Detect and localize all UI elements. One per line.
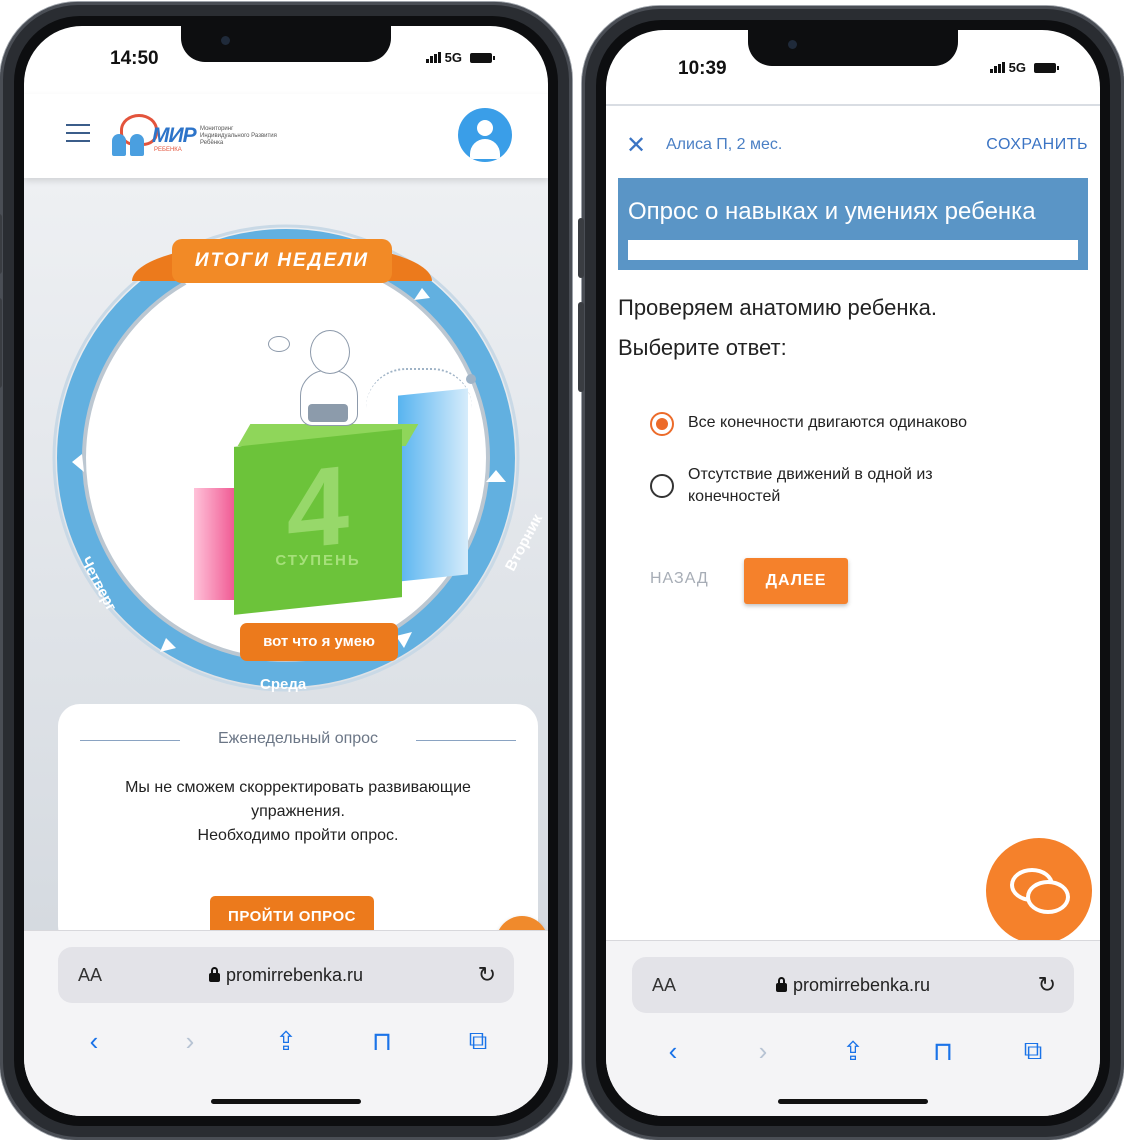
battery-icon — [470, 52, 495, 63]
reader-settings-button[interactable]: AA — [652, 975, 676, 996]
app-header: МИР РЕБЕНКА Мониторинг Индивидуального Р… — [24, 94, 548, 178]
status-time: 10:39 — [678, 58, 727, 79]
logo-main: МИР — [152, 124, 197, 147]
url-text: promirrebenka.ru — [792, 974, 931, 995]
home-indicator — [778, 1099, 928, 1104]
share-icon[interactable]: ⇪ — [833, 1036, 873, 1067]
lock-icon — [775, 976, 787, 992]
blue-step-bar — [398, 388, 468, 582]
safari-toolbar: AA promirrebenka.ru ↻ ‹ › ⇪ ⊓ ⧉ — [24, 930, 548, 1116]
share-icon[interactable]: ⇪ — [266, 1026, 306, 1057]
signal-icon — [425, 52, 441, 63]
answer-label: Отсутствие движений в одной из конечност… — [688, 466, 933, 505]
logo-caption: Мониторинг Индивидуального Развития Ребё… — [200, 125, 277, 146]
survey-header: ✕ Алиса П, 2 мес. СОХРАНИТЬ — [606, 132, 1100, 162]
weekday-wednesday: Среда — [260, 676, 307, 693]
left-screen: 14:50 5G МИР РЕБЕНКА Мониторинг Индивиду… — [24, 26, 548, 1116]
back-button[interactable]: НАЗАД — [650, 570, 709, 588]
lock-icon — [208, 966, 220, 982]
signal-icon — [989, 62, 1005, 73]
answer-option[interactable]: Все конечности двигаются одинаково — [650, 412, 967, 436]
network-label: 5G — [1008, 60, 1026, 75]
profile-avatar-icon[interactable] — [458, 108, 512, 162]
survey-title: Опрос о навыках и умениях ребенка — [628, 198, 1036, 225]
back-arrow-icon[interactable]: ‹ — [74, 1026, 114, 1057]
reload-icon[interactable]: ↻ — [478, 962, 496, 988]
forward-arrow-icon[interactable]: › — [743, 1036, 783, 1067]
home-indicator — [211, 1099, 361, 1104]
next-button[interactable]: ДАЛЕЕ — [744, 558, 848, 604]
battery-icon — [1034, 62, 1059, 73]
answer-label: Все конечности двигаются одинаково — [688, 414, 967, 431]
radio-selected[interactable] — [650, 412, 674, 436]
survey-progress-bar — [628, 240, 1078, 260]
safari-toolbar: AA promirrebenka.ru ↻ ‹ › ⇪ ⊓ ⧉ — [606, 940, 1100, 1116]
reload-icon[interactable]: ↻ — [1038, 972, 1056, 998]
weekly-survey-text: Мы не сможем скорректировать развивающие… — [125, 779, 471, 844]
reader-settings-button[interactable]: AA — [78, 965, 102, 986]
week-summary-ribbon: ИТОГИ НЕДЕЛИ — [132, 231, 432, 291]
bookmarks-icon[interactable]: ⊓ — [362, 1026, 402, 1057]
answer-option[interactable]: Отсутствие движений в одной из конечност… — [650, 464, 990, 508]
tabs-icon[interactable]: ⧉ — [458, 1025, 498, 1057]
status-time: 14:50 — [110, 48, 159, 69]
right-screen: 10:39 5G ✕ Алиса П, 2 мес. СОХРАНИТЬ Опр… — [606, 30, 1100, 1116]
url-text: promirrebenka.ru — [225, 964, 364, 985]
logo-mark: МИР РЕБЕНКА — [112, 112, 197, 160]
skills-button[interactable]: вот что я умею — [240, 623, 398, 661]
week-summary-label: ИТОГИ НЕДЕЛИ — [172, 239, 392, 283]
comparison-stage: 14:50 5G МИР РЕБЕНКА Мониторинг Индивиду… — [0, 0, 1124, 1140]
menu-icon[interactable] — [66, 124, 90, 142]
right-phone: 10:39 5G ✕ Алиса П, 2 мес. СОХРАНИТЬ Опр… — [578, 6, 1124, 1140]
step-label: СТУПЕНЬ — [275, 552, 361, 569]
logo-sub: РЕБЕНКА — [154, 147, 182, 153]
forward-arrow-icon[interactable]: › — [170, 1026, 210, 1057]
weekly-survey-title: Еженедельный опрос — [58, 730, 538, 748]
app-logo[interactable]: МИР РЕБЕНКА Мониторинг Индивидуального Р… — [112, 112, 280, 160]
chat-icon[interactable] — [986, 838, 1092, 944]
close-icon[interactable]: ✕ — [626, 132, 646, 160]
address-bar[interactable]: AA promirrebenka.ru ↻ — [58, 947, 514, 1003]
question-text: Проверяем анатомию ребенка. Выберите отв… — [618, 295, 937, 360]
survey-banner: Опрос о навыках и умениях ребенка — [618, 178, 1088, 270]
save-button[interactable]: СОХРАНИТЬ — [986, 136, 1088, 154]
back-arrow-icon[interactable]: ‹ — [653, 1036, 693, 1067]
baby-illustration — [264, 326, 384, 436]
address-bar[interactable]: AA promirrebenka.ru ↻ — [632, 957, 1074, 1013]
bookmarks-icon[interactable]: ⊓ — [923, 1036, 963, 1067]
child-name: Алиса П, 2 мес. — [666, 136, 783, 153]
tabs-icon[interactable]: ⧉ — [1013, 1035, 1053, 1067]
network-label: 5G — [444, 50, 462, 65]
left-phone: 14:50 5G МИР РЕБЕНКА Мониторинг Индивиду… — [0, 2, 572, 1140]
weekly-survey-card: Еженедельный опрос Мы не сможем скоррект… — [58, 704, 538, 948]
radio-unselected[interactable] — [650, 474, 674, 498]
